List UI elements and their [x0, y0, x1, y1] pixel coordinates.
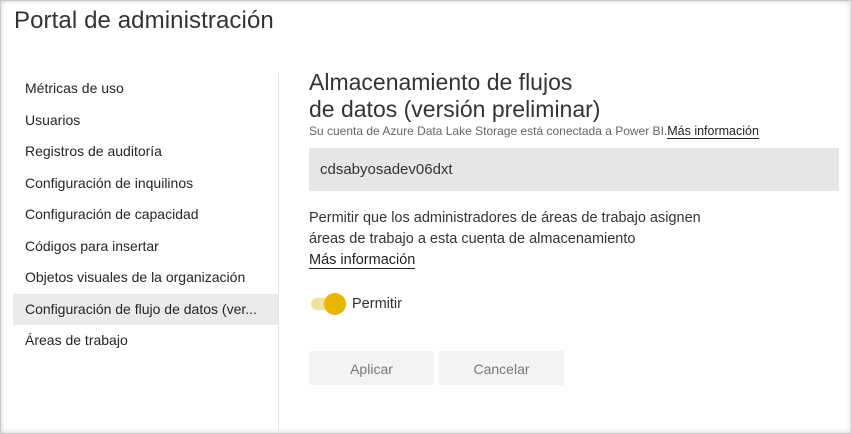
- connection-status-text: Su cuenta de Azure Data Lake Storage est…: [309, 124, 839, 139]
- sidebar-nav: Métricas de uso Usuarios Registros de au…: [13, 73, 278, 357]
- admin-portal-window: Portal de administración Métricas de uso…: [0, 0, 852, 434]
- storage-account-name: cdsabyosadev06dxt: [309, 148, 839, 191]
- sidebar-item-dataflow-settings[interactable]: Configuración de flujo de datos (ver...: [13, 293, 278, 325]
- toggle-knob: [324, 293, 346, 315]
- sidebar-item-embed-codes[interactable]: Códigos para insertar: [13, 231, 278, 263]
- cancel-button[interactable]: Cancelar: [439, 351, 564, 385]
- sidebar-item-capacity-settings[interactable]: Configuración de capacidad: [13, 199, 278, 231]
- section-title-line2: de datos (versión preliminar): [309, 96, 601, 122]
- section-title: Almacenamiento de flujos de datos (versi…: [309, 69, 639, 123]
- sidebar-item-workspaces[interactable]: Áreas de trabajo: [13, 325, 278, 357]
- description-line2: áreas de trabajo a esta cuenta de almace…: [309, 231, 636, 247]
- workspace-permission-description: Permitir que los administradores de área…: [309, 208, 769, 271]
- allow-toggle-label: Permitir: [352, 296, 402, 312]
- sidebar-item-usage-metrics[interactable]: Métricas de uso: [13, 73, 278, 105]
- sidebar-item-organizational-visuals[interactable]: Objetos visuales de la organización: [13, 262, 278, 294]
- connection-status-message: Su cuenta de Azure Data Lake Storage est…: [309, 124, 668, 138]
- apply-button[interactable]: Aplicar: [309, 351, 434, 385]
- sidebar-item-audit-logs[interactable]: Registros de auditoría: [13, 136, 278, 168]
- sidebar-item-tenant-settings[interactable]: Configuración de inquilinos: [13, 168, 278, 200]
- sidebar-divider: [278, 73, 279, 433]
- learn-more-link-permissions[interactable]: Más información: [309, 252, 416, 269]
- section-title-line1: Almacenamiento de flujos: [309, 69, 573, 95]
- allow-toggle-row: Permitir: [309, 291, 839, 317]
- dataflow-storage-panel: Almacenamiento de flujos de datos (versi…: [309, 69, 839, 317]
- sidebar-item-users[interactable]: Usuarios: [13, 105, 278, 137]
- learn-more-link-storage[interactable]: Más información: [667, 124, 759, 139]
- page-title: Portal de administración: [14, 7, 274, 34]
- allow-toggle[interactable]: [309, 292, 347, 316]
- action-buttons: Aplicar Cancelar: [309, 351, 564, 385]
- description-line1: Permitir que los administradores de área…: [309, 210, 701, 226]
